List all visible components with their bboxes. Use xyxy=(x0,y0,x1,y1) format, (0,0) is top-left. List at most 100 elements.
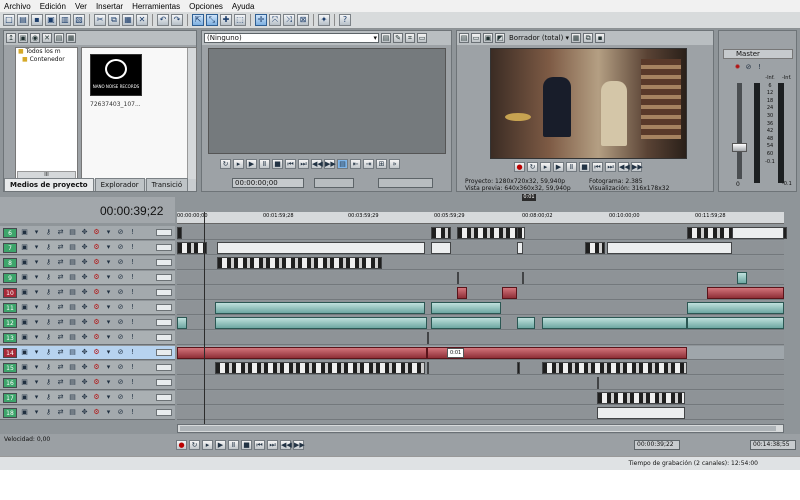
loop-icon[interactable]: ↻ xyxy=(220,159,231,169)
mute-icon[interactable]: ▣ xyxy=(20,318,29,327)
external-monitor-icon[interactable]: ▣ xyxy=(483,33,493,43)
mute-icon[interactable]: ▣ xyxy=(20,243,29,252)
play-start-icon[interactable]: ▸ xyxy=(233,159,244,169)
down-icon[interactable]: ▾ xyxy=(32,258,41,267)
mode-icon[interactable]: ▾ xyxy=(104,258,113,267)
media-clip[interactable] xyxy=(502,287,517,299)
track-level-icon[interactable] xyxy=(156,274,172,281)
media-clip[interactable] xyxy=(427,347,687,359)
bypass-icon[interactable]: ▤ xyxy=(68,318,77,327)
mute-icon[interactable]: ▣ xyxy=(20,258,29,267)
trimmer-tool1-icon[interactable]: ▤ xyxy=(381,33,391,43)
track-lane-8[interactable] xyxy=(177,256,784,270)
trimmer-range[interactable] xyxy=(314,178,354,188)
track-level-icon[interactable] xyxy=(156,229,172,236)
media-clip[interactable] xyxy=(517,317,535,329)
compositing-icon[interactable]: ⚙ xyxy=(92,348,101,357)
expand-icon[interactable]: ! xyxy=(128,228,137,237)
track-header-15[interactable]: 15 ▣ ▾ ⚷ ⇄ ▤ ✥ ⚙ ▾ ⊘! xyxy=(0,361,175,375)
lock-icon[interactable]: ⚷ xyxy=(44,333,53,342)
compositing-icon[interactable]: ⚙ xyxy=(92,333,101,342)
mute-icon[interactable]: ▣ xyxy=(20,378,29,387)
track-level-icon[interactable] xyxy=(156,244,172,251)
compositing-icon[interactable]: ⚙ xyxy=(92,228,101,237)
media-clip[interactable] xyxy=(215,302,425,314)
trimmer-tool3-icon[interactable]: ⌗ xyxy=(405,33,415,43)
tab-transitions[interactable]: Transició xyxy=(145,178,189,191)
motion-icon[interactable]: ✥ xyxy=(80,348,89,357)
play-icon[interactable]: ▶ xyxy=(246,159,257,169)
edit-tool-icon[interactable]: ⇱ xyxy=(192,14,204,26)
media-clip[interactable] xyxy=(431,242,451,254)
forward-icon[interactable]: ▶▶ xyxy=(631,162,643,172)
media-clip[interactable] xyxy=(732,227,784,239)
track-level-icon[interactable] xyxy=(156,334,172,341)
media-clip[interactable] xyxy=(607,242,732,254)
media-clip[interactable] xyxy=(217,242,425,254)
expand-icon[interactable]: ! xyxy=(128,318,137,327)
lock-envelopes-icon[interactable]: ⊠ xyxy=(297,14,309,26)
mode-icon[interactable]: ▾ xyxy=(104,378,113,387)
media-clip[interactable] xyxy=(585,242,605,254)
mute-icon[interactable]: ▣ xyxy=(20,393,29,402)
bypass-icon[interactable]: ▤ xyxy=(68,348,77,357)
device-icon[interactable]: ▭ xyxy=(471,33,481,43)
solo-icon[interactable]: ⊘ xyxy=(116,258,125,267)
track-lane-16[interactable] xyxy=(177,376,784,390)
bypass-icon[interactable]: ▤ xyxy=(68,258,77,267)
track-header-8[interactable]: 8 ▣ ▾ ⚷ ⇄ ▤ ✥ ⚙ ▾ ⊘! xyxy=(0,256,175,270)
lock-icon[interactable]: ⚷ xyxy=(44,273,53,282)
media-clip[interactable] xyxy=(431,302,501,314)
expand-icon[interactable]: ! xyxy=(128,303,137,312)
solo-icon[interactable]: ⊘ xyxy=(116,288,125,297)
compositing-icon[interactable]: ⚙ xyxy=(92,288,101,297)
copy-icon[interactable]: ⧉ xyxy=(108,14,120,26)
forward-icon[interactable]: ▶▶ xyxy=(293,440,305,450)
ripple-icon[interactable]: ⤨ xyxy=(283,14,295,26)
mute-icon[interactable]: ▣ xyxy=(20,288,29,297)
redo-icon[interactable]: ↷ xyxy=(171,14,183,26)
track-level-icon[interactable] xyxy=(156,364,172,371)
import-icon[interactable]: ↥ xyxy=(6,33,16,43)
mode-icon[interactable]: ▾ xyxy=(104,333,113,342)
loop-icon[interactable]: ↻ xyxy=(527,162,538,172)
views-icon[interactable]: ▦ xyxy=(66,33,76,43)
event-marker[interactable] xyxy=(522,272,524,284)
fx-icon[interactable]: ✹ xyxy=(733,63,742,72)
media-clip[interactable] xyxy=(517,362,520,374)
undo-icon[interactable]: ↶ xyxy=(157,14,169,26)
trim-mark-icon[interactable]: ▤ xyxy=(337,159,348,169)
compositing-icon[interactable]: ⚙ xyxy=(92,303,101,312)
loop-icon[interactable]: ↻ xyxy=(189,440,200,450)
quality-select[interactable]: Borrador (total) ▾ xyxy=(509,34,569,42)
compositing-icon[interactable]: ⚙ xyxy=(92,318,101,327)
tree-item-container[interactable]: ■ Contenedor xyxy=(18,56,77,64)
media-clip[interactable] xyxy=(542,317,687,329)
fx-icon[interactable]: ⇄ xyxy=(56,393,65,402)
group-icon[interactable]: ✦ xyxy=(318,14,330,26)
hscroll-thumb[interactable] xyxy=(180,426,776,431)
play-start-icon[interactable]: ▸ xyxy=(540,162,551,172)
menu-ver[interactable]: Ver xyxy=(75,2,87,11)
track-lane-17[interactable] xyxy=(177,391,784,405)
fx-icon[interactable]: ⇄ xyxy=(56,363,65,372)
end-time-field[interactable]: 00:00:39;22 xyxy=(634,440,680,450)
media-clip[interactable] xyxy=(687,317,784,329)
trim-insert-icon[interactable]: ⊞ xyxy=(376,159,387,169)
snap-icon[interactable]: ✛ xyxy=(255,14,267,26)
next-icon[interactable]: ⏭ xyxy=(267,440,278,450)
delete-icon[interactable]: ✕ xyxy=(136,14,148,26)
trimmer-tool4-icon[interactable]: ▭ xyxy=(417,33,427,43)
track-lane-6[interactable] xyxy=(177,226,787,240)
lock-icon[interactable]: ⚷ xyxy=(44,243,53,252)
menu-ayuda[interactable]: Ayuda xyxy=(232,2,255,11)
down-icon[interactable]: ▾ xyxy=(32,303,41,312)
track-lane-14[interactable]: 0:01 xyxy=(177,346,784,360)
mode-icon[interactable]: ▾ xyxy=(104,348,113,357)
next-frame-icon[interactable]: ⏭ xyxy=(298,159,309,169)
down-icon[interactable]: ▾ xyxy=(32,393,41,402)
track-level-icon[interactable] xyxy=(156,394,172,401)
stop-icon[interactable]: ■ xyxy=(579,162,590,172)
down-icon[interactable]: ▾ xyxy=(32,363,41,372)
expand-icon[interactable]: ! xyxy=(128,273,137,282)
